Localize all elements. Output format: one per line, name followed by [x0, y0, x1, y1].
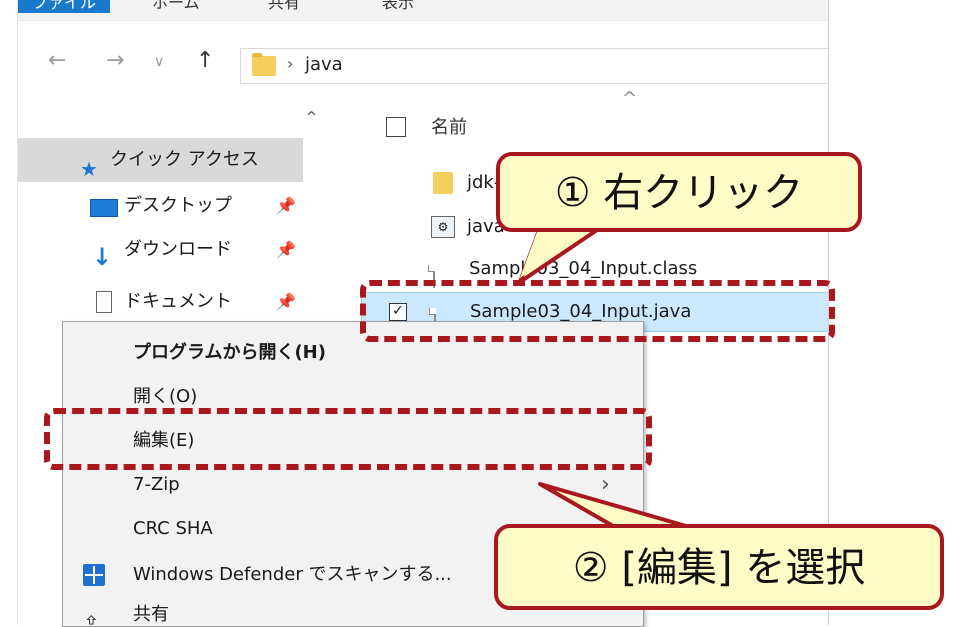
callout-step2: ② [編集] を選択 [494, 524, 944, 610]
